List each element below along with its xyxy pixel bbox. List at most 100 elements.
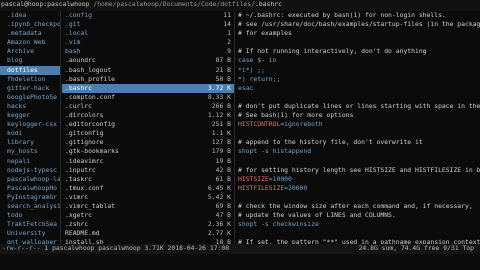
parent-dir-item[interactable]: Archive (0, 47, 60, 56)
parent-dir-item[interactable]: pascalwhoop-la (0, 175, 60, 184)
file-name: .vimrc_tablat (65, 201, 116, 210)
file-list-item[interactable]: .bashrc 3.72 K (62, 83, 234, 93)
file-size-value: 2.77 K (207, 229, 231, 238)
file-size-value: 6.45 K (207, 183, 231, 192)
parent-dir-item[interactable]: todo (0, 211, 60, 220)
file-size-value: 47 B (215, 211, 231, 220)
file-name: .local (65, 29, 89, 38)
file-list-item[interactable]: .local 1 (62, 29, 234, 38)
preview-text: HISTCONTROL (238, 120, 281, 129)
file-size-value: 50 B (215, 74, 231, 83)
file-size-value: 2 (227, 38, 231, 47)
file-name: .curlrc (65, 101, 92, 110)
parent-dir-item[interactable]: gitter-hack (0, 84, 60, 93)
file-size-value: 19 B (215, 156, 231, 165)
pane-divider (60, 11, 61, 244)
file-list-item[interactable]: .aoundrc 87 B (62, 56, 234, 65)
preview-text: esac (238, 83, 254, 92)
parent-dir-item[interactable]: nodejs-typesc (0, 166, 60, 175)
preview-line: *i*) ;; (238, 66, 480, 75)
preview-line: shopt -s checkwinsize (238, 220, 480, 229)
parent-directory-pane[interactable]: .idea .ipynb_checkpo .metadata Amazon Web Ar… (0, 11, 60, 244)
file-list-item[interactable]: .bash_logout 21 B (62, 66, 234, 75)
parent-dir-item[interactable]: blog (0, 56, 60, 65)
parent-dir-item[interactable]: dotfiles (0, 65, 60, 75)
parent-dir-item[interactable]: search_analysi (0, 202, 60, 211)
preview-line: HISTSIZE=10000 (238, 175, 480, 184)
file-list-item[interactable]: .taskrc 61 B (62, 175, 234, 184)
parent-dir-item[interactable]: my_hosts (0, 147, 60, 156)
file-list-item[interactable]: .tmux.conf 6.45 K (62, 184, 234, 193)
parent-dir-item[interactable]: Amazon Web (0, 38, 60, 47)
file-permissions: -rw-r--r-- (2, 244, 41, 252)
file-list-item[interactable]: .vim 2 (62, 38, 234, 47)
file-name: .aoundrc (65, 56, 96, 65)
preview-line: # See bash(1) for more options (238, 111, 480, 120)
parent-dir-item[interactable]: .ipynb_checkpo (0, 20, 60, 29)
parent-dir-item[interactable]: .idea (0, 11, 60, 20)
parent-dir-item[interactable]: nepali (0, 157, 60, 166)
file-list-item[interactable]: .vimrc_tablat 69 B (62, 202, 234, 211)
file-datetime: 2018-04-26 17:08 (167, 244, 230, 252)
file-name: .tmux.conf (65, 183, 104, 192)
preview-line: # for examples (238, 29, 480, 38)
current-file: .bashrc (254, 0, 282, 8)
preview-text: =10000 (268, 174, 292, 183)
preview-text: HISTSIZE (238, 174, 269, 183)
preview-text: shopt -s histappend (238, 147, 312, 156)
command-line[interactable] (0, 254, 480, 270)
file-list-item[interactable]: .dircolors 1.12 K (62, 111, 234, 120)
title-bar: pascal@hoop:pascalwhoop /home/pascalwhoo… (0, 0, 480, 11)
parent-dir-item[interactable]: hacks (0, 102, 60, 111)
preview-text: # see /usr/share/doc/bash/examples/start… (238, 20, 480, 29)
file-size-value: 21 B (215, 65, 231, 74)
file-list-item[interactable]: .gtk-bookmarks 179 B (62, 147, 234, 156)
parent-dir-item[interactable]: University (0, 229, 60, 238)
preview-line: esac (238, 84, 480, 93)
parent-dir-item[interactable]: PyInstagramGr (0, 193, 60, 202)
preview-line: # ~/.bashrc: executed by bash(1) for non… (238, 11, 480, 20)
current-directory-pane[interactable]: .config 11 .git 14 .local 1 .vim 2 bash 9 .aoundrc… (62, 11, 234, 244)
preview-text: HISTFILESIZE (238, 183, 285, 192)
file-list-item[interactable]: .git 14 (62, 20, 234, 29)
parent-dir-item[interactable]: TraktFetchSea (0, 220, 60, 229)
file-list-item[interactable]: .inputrc 42 B (62, 166, 234, 175)
parent-dir-item[interactable]: keylogger-csx (0, 120, 60, 129)
file-size-value: 87 B (215, 56, 231, 65)
file-owner: pascalwhoop (52, 244, 95, 252)
preview-text: # append to the history file, don't over… (238, 138, 423, 147)
file-list-item[interactable]: .gitignore 127 B (62, 138, 234, 147)
file-list-item[interactable]: bash 9 (62, 47, 234, 56)
parent-dir-item[interactable]: GooglePhotoSe (0, 93, 60, 102)
file-name: .editorconfig (65, 120, 116, 129)
file-group: pascalwhoop (98, 244, 141, 252)
file-list-item[interactable]: .zshrc 2.36 K (62, 220, 234, 229)
file-name: .gitignore (65, 138, 104, 147)
file-list-item[interactable]: .gitconfig 1.1 K (62, 129, 234, 138)
parent-dir-item[interactable]: kodi (0, 129, 60, 138)
file-list-item[interactable]: README.md 2.77 K (62, 229, 234, 238)
file-list-item[interactable]: .bash_profile 50 B (62, 75, 234, 84)
parent-dir-item[interactable]: PascalwhoopHo (0, 184, 60, 193)
file-name: .zshrc (65, 220, 89, 229)
preview-text: =ignoreboth (280, 120, 323, 129)
file-name: .bashrc (65, 83, 92, 92)
file-list-item[interactable]: .vimrc 5.42 K (62, 193, 234, 202)
file-name: .taskrc (65, 174, 92, 183)
file-list-item[interactable]: .editorconfig 251 B (62, 120, 234, 129)
parent-dir-item[interactable]: fhdeletion (0, 75, 60, 84)
file-list-item[interactable]: .xgetrc 47 B (62, 211, 234, 220)
file-list-item[interactable]: .curlrc 266 B (62, 102, 234, 111)
file-list-item[interactable]: .ideavimrc 19 B (62, 157, 234, 166)
file-size-value: 127 B (211, 138, 231, 147)
file-list-item[interactable]: .config 11 (62, 11, 234, 20)
file-list-item[interactable]: .compton.conf 8.33 K (62, 93, 234, 102)
preview-text: *) return;; (238, 74, 281, 83)
parent-dir-item[interactable]: kegger (0, 111, 60, 120)
file-size-value: 3.72 K (207, 83, 231, 92)
preview-line: # see /usr/share/doc/bash/examples/start… (238, 20, 480, 29)
file-name: .git (65, 20, 81, 29)
file-name: .ideavimrc (65, 156, 104, 165)
parent-dir-item[interactable]: .metadata (0, 29, 60, 38)
parent-dir-item[interactable]: library (0, 138, 60, 147)
